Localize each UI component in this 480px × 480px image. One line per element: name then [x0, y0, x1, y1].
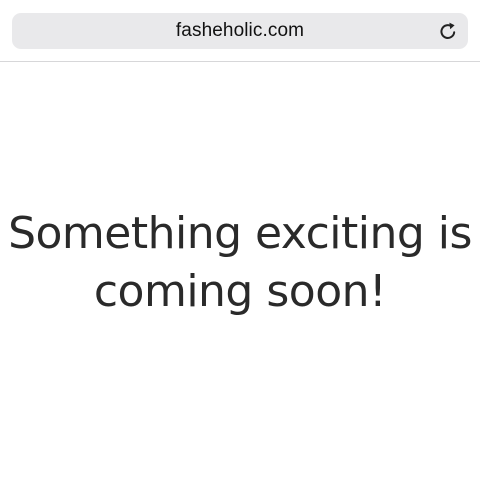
headline-line-1: Something exciting is [8, 208, 472, 259]
page-content: Something exciting is coming soon! [0, 63, 480, 480]
browser-toolbar: fasheholic.com [0, 0, 480, 62]
address-bar[interactable]: fasheholic.com [12, 13, 468, 49]
reload-icon[interactable] [437, 20, 459, 42]
coming-soon-headline: Something exciting is coming soon! [0, 205, 480, 321]
url-text[interactable]: fasheholic.com [12, 13, 468, 49]
headline-line-2: coming soon! [93, 266, 387, 317]
